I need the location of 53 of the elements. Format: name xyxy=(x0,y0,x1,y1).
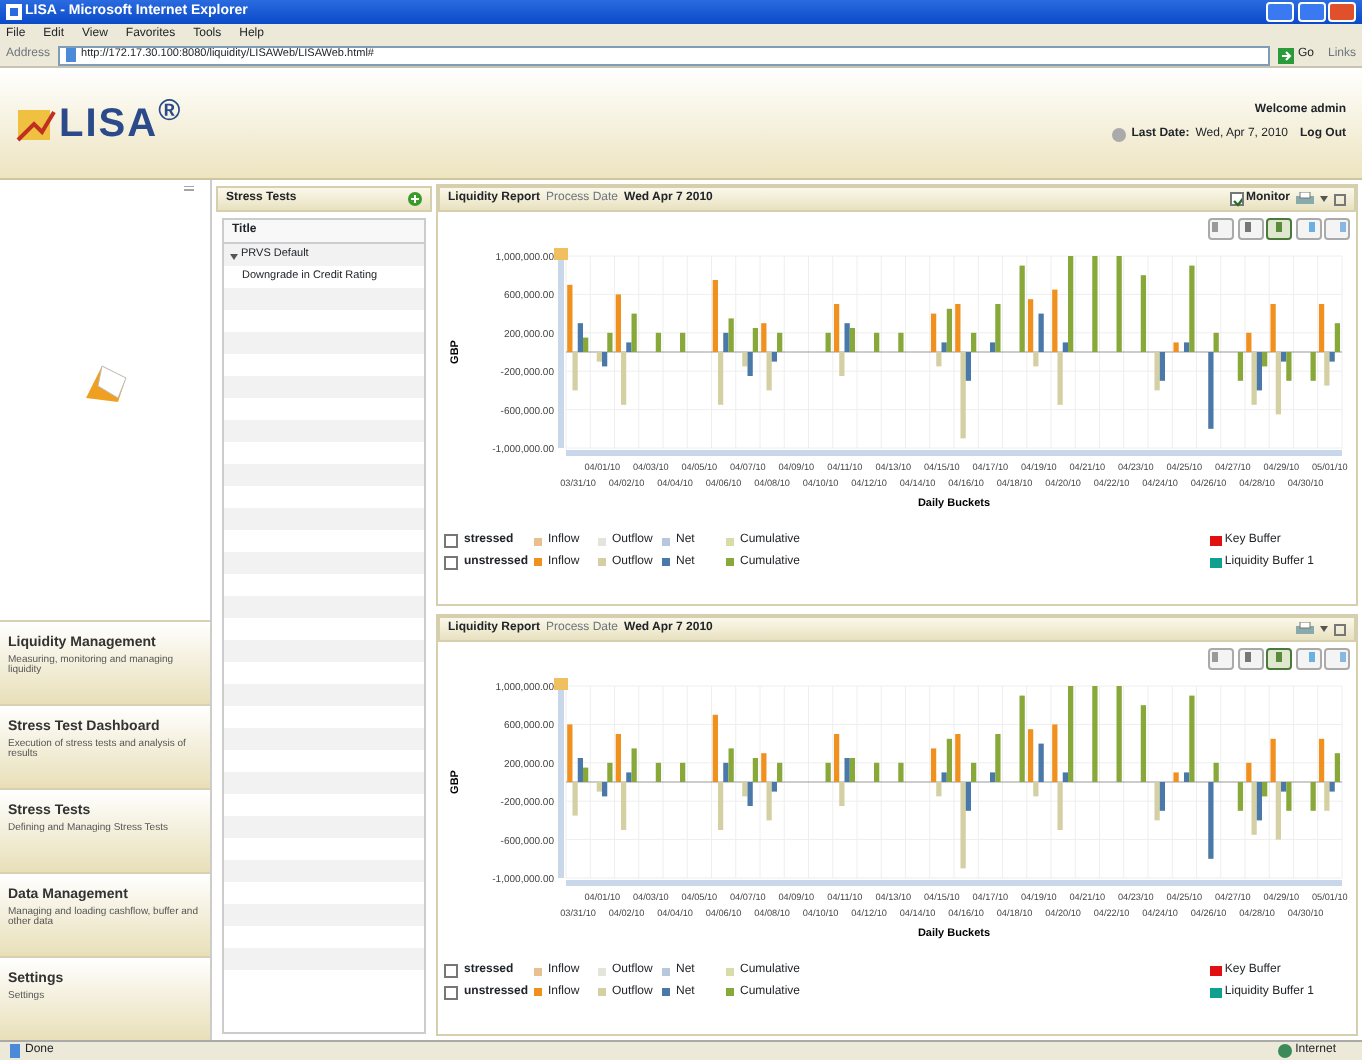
bar xyxy=(1172,342,1178,352)
close-button[interactable] xyxy=(1328,2,1356,22)
caret-icon[interactable] xyxy=(1320,626,1328,632)
legend-checkbox[interactable] xyxy=(444,534,458,548)
print-icon[interactable] xyxy=(1296,622,1314,636)
caret-icon[interactable] xyxy=(1320,196,1328,202)
print-icon[interactable] xyxy=(1296,192,1314,206)
bar xyxy=(1139,705,1146,782)
globe-icon xyxy=(1278,1044,1293,1058)
view-button[interactable] xyxy=(1324,648,1350,670)
view-button[interactable] xyxy=(1208,218,1234,240)
logo-text: LISA$^{®}$ xyxy=(59,93,183,149)
view-button[interactable] xyxy=(1237,218,1263,240)
logo-icon xyxy=(16,105,56,141)
maximize-button[interactable] xyxy=(1297,2,1325,22)
bar xyxy=(654,332,661,352)
view-button[interactable] xyxy=(1295,648,1321,670)
view-button[interactable] xyxy=(1324,218,1350,240)
legend-checkbox[interactable] xyxy=(444,985,458,999)
maximize-icon[interactable] xyxy=(1334,193,1346,205)
bar xyxy=(1115,256,1121,352)
calendar-icon xyxy=(81,362,129,402)
page-icon xyxy=(64,48,79,62)
legend-checkbox[interactable] xyxy=(444,964,458,978)
page-icon xyxy=(8,1044,22,1058)
legend-checkbox[interactable] xyxy=(444,555,458,569)
bar xyxy=(897,332,903,352)
bar xyxy=(1139,275,1146,352)
check-icon xyxy=(1231,194,1241,208)
view-button[interactable] xyxy=(1266,648,1292,670)
minimize-button[interactable] xyxy=(1266,2,1294,22)
bar xyxy=(897,762,903,782)
add-icon[interactable] xyxy=(408,192,422,206)
bar xyxy=(1091,686,1097,782)
chart-tool-icon xyxy=(553,248,567,260)
arrow-icon xyxy=(1278,47,1295,63)
bar xyxy=(1091,256,1097,352)
view-button[interactable] xyxy=(1266,218,1292,240)
bar xyxy=(873,762,879,782)
bar xyxy=(654,762,661,782)
maximize-icon[interactable] xyxy=(1334,623,1346,635)
bar xyxy=(1115,686,1121,782)
help-icon xyxy=(1111,128,1126,142)
view-button[interactable] xyxy=(1237,648,1263,670)
chart-tool-icon xyxy=(553,678,567,690)
bar xyxy=(679,332,685,352)
bar xyxy=(679,762,685,782)
bar xyxy=(1172,772,1178,782)
collapse-icon[interactable] xyxy=(230,251,238,259)
bar xyxy=(873,332,879,352)
ie-icon xyxy=(6,4,22,20)
view-button[interactable] xyxy=(1208,648,1234,670)
view-button[interactable] xyxy=(1295,218,1321,240)
